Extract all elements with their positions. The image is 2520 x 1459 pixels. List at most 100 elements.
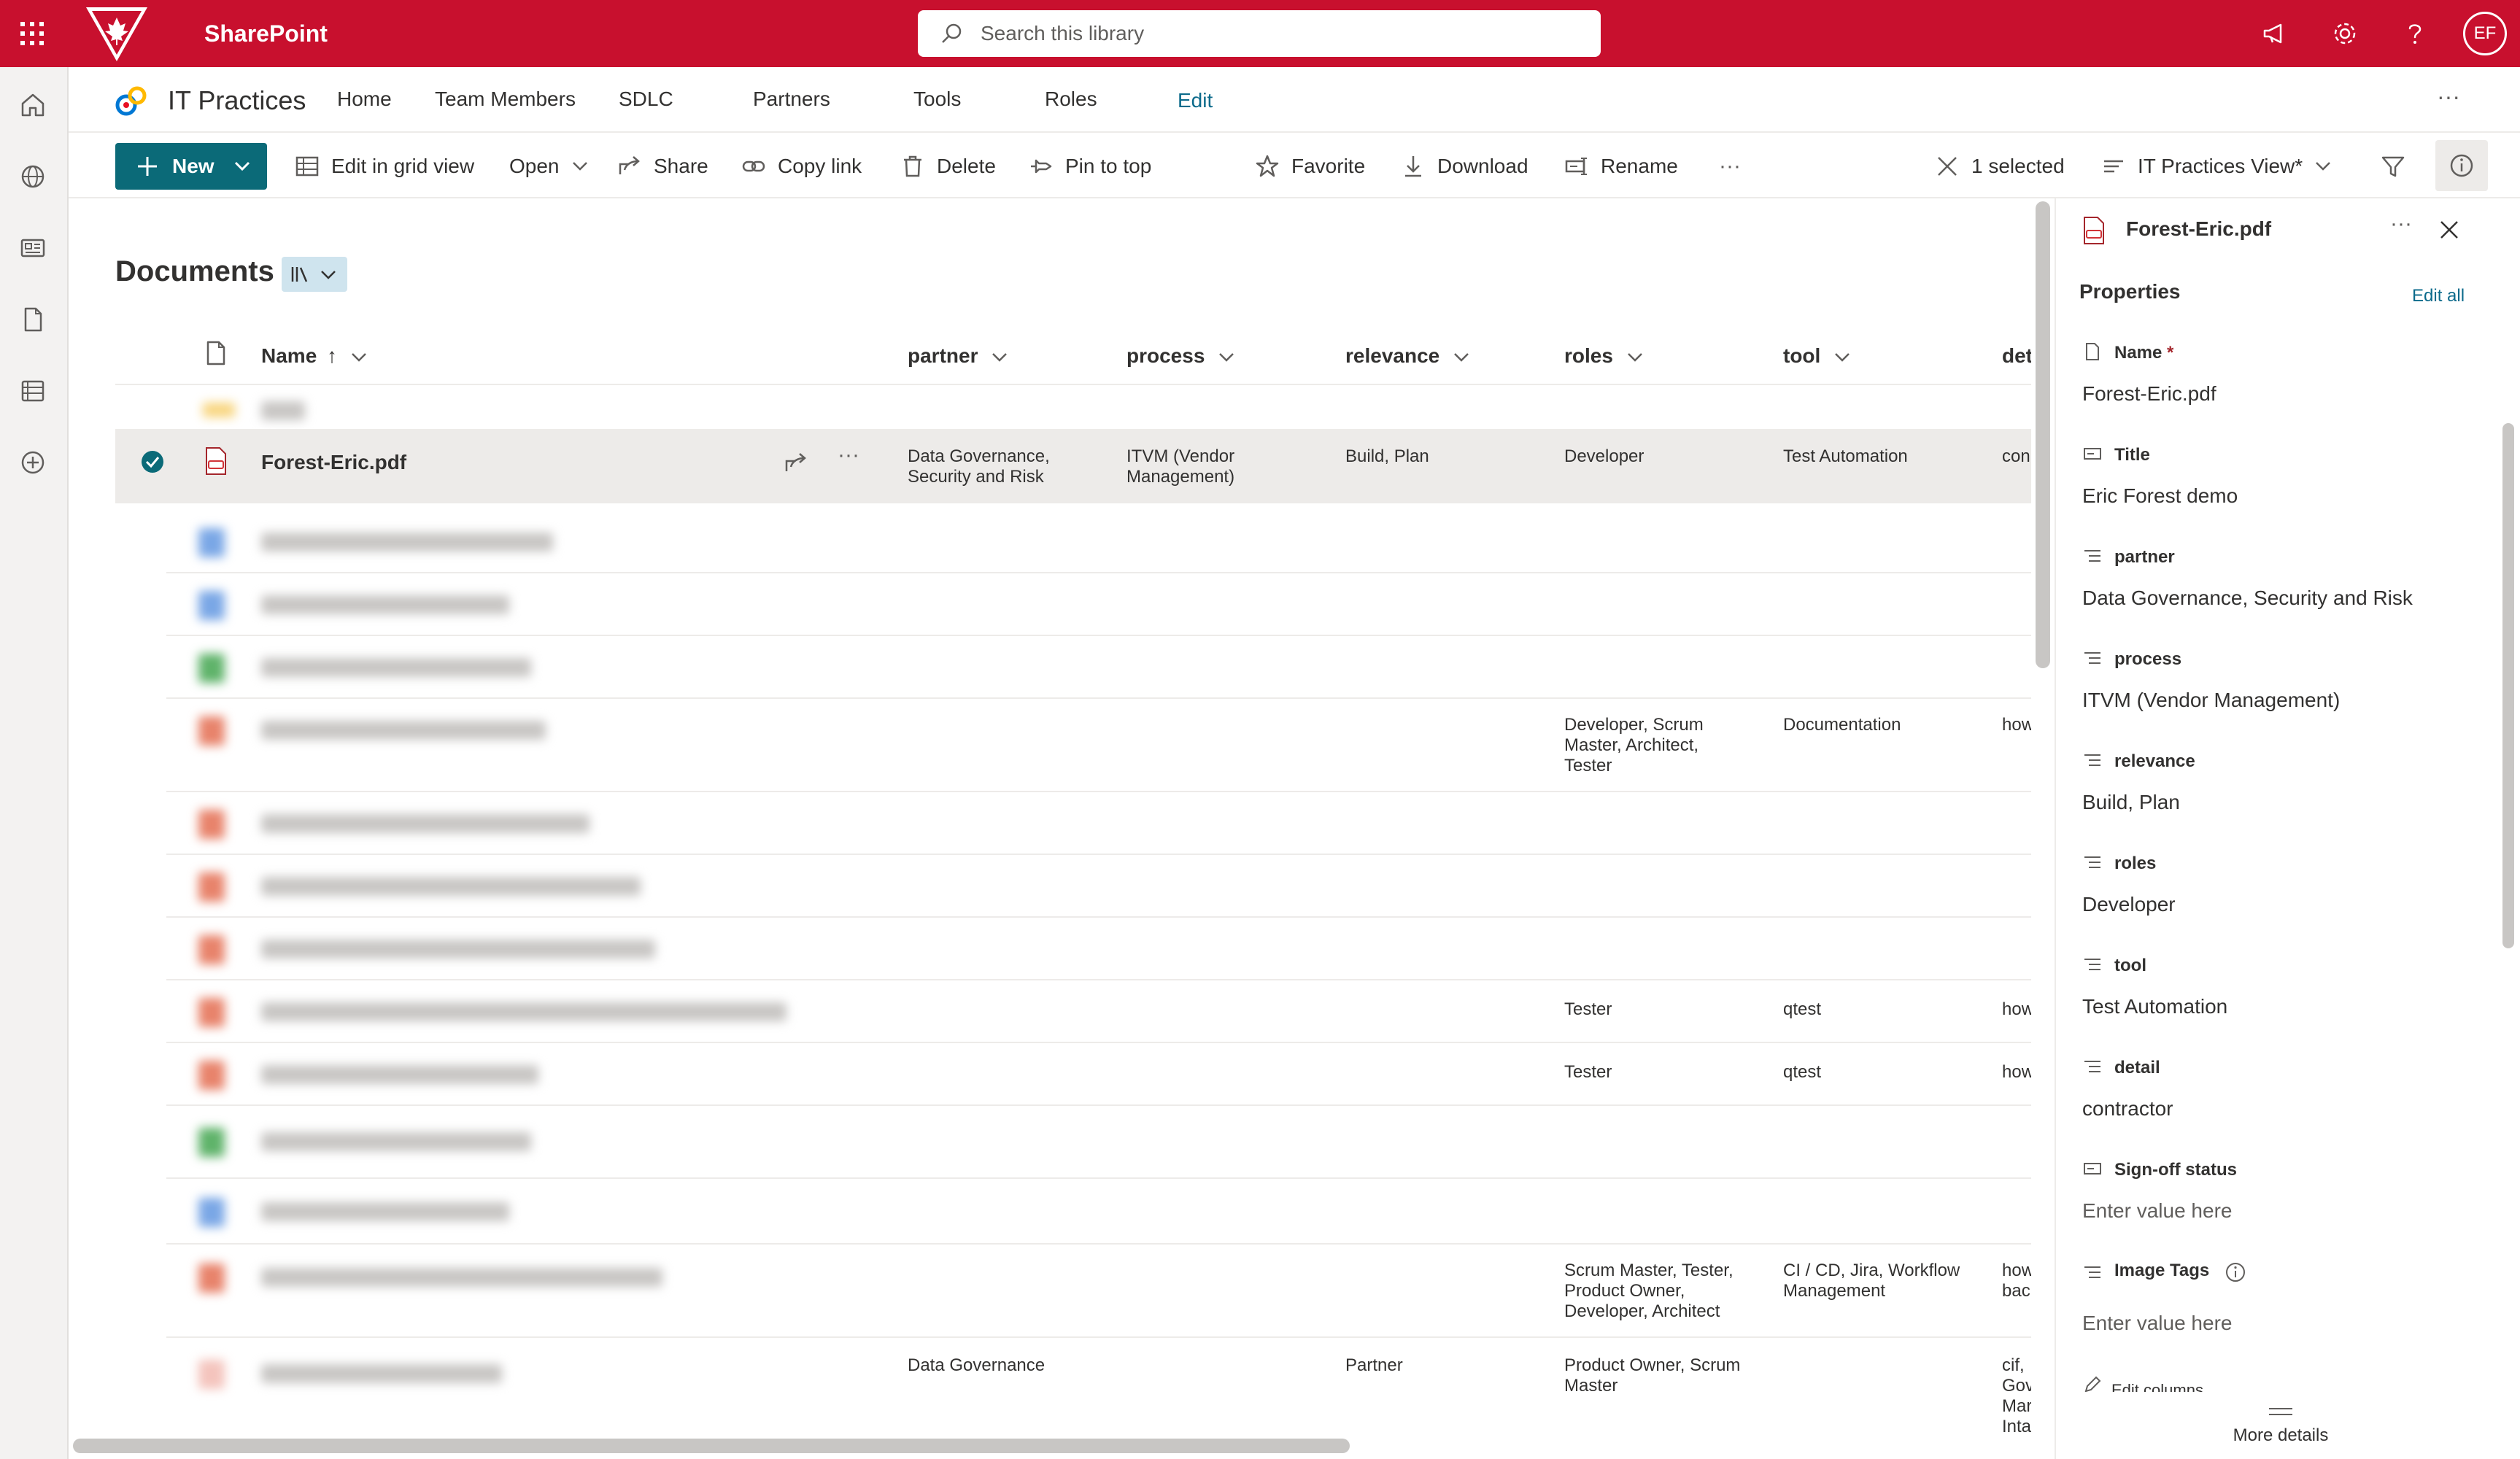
list-item[interactable] (166, 511, 2031, 573)
list-item[interactable] (166, 918, 2031, 980)
property-value-relevance[interactable]: Build, Plan (2082, 789, 2180, 816)
clear-selection-button[interactable]: 1 selected (1935, 150, 2065, 182)
list-item[interactable] (166, 1179, 2031, 1245)
table-row[interactable]: Data Governance Partner Product Owner, S… (166, 1338, 2031, 1437)
nav-edit-link[interactable]: Edit (1178, 86, 1213, 115)
avatar[interactable]: EF (2463, 12, 2507, 55)
globe-icon[interactable] (17, 160, 49, 193)
cell-roles: Product Owner, (1564, 1281, 1685, 1301)
list-item[interactable] (166, 1106, 2031, 1179)
property-value-name[interactable]: Forest-Eric.pdf (2082, 381, 2216, 407)
list-item[interactable] (166, 855, 2031, 918)
redacted-name (261, 533, 553, 552)
redacted-name (261, 658, 531, 677)
cell-partner: Data Governance (908, 1355, 1046, 1375)
nav-link-home[interactable]: Home (337, 85, 392, 114)
filter-button-hitbox[interactable] (2367, 142, 2419, 190)
home-icon[interactable] (17, 89, 49, 121)
nav-link-partners[interactable]: Partners (753, 85, 830, 114)
table-row-selected[interactable]: Forest-Eric.pdf ··· Data Governance, Sec… (115, 429, 2031, 503)
nav-link-team-members[interactable]: Team Members (435, 85, 576, 114)
list-icon[interactable] (17, 375, 49, 407)
site-more-button[interactable]: ··· (2437, 82, 2460, 111)
row-more-button[interactable]: ··· (838, 444, 859, 466)
file-type-column-icon[interactable] (204, 340, 228, 366)
favorite-label: Favorite (1291, 155, 1366, 177)
news-icon[interactable] (17, 232, 49, 264)
column-header-name[interactable]: Name ↑ (261, 341, 368, 371)
list-item[interactable] (166, 573, 2031, 636)
nav-link-roles[interactable]: Roles (1045, 85, 1097, 114)
properties-heading: Properties (2079, 280, 2181, 303)
delete-button[interactable]: Delete (900, 150, 996, 182)
download-icon (1405, 156, 1421, 177)
property-value-tool[interactable]: Test Automation (2082, 994, 2227, 1020)
property-input-sign-off-status[interactable]: Enter value here (2082, 1198, 2232, 1224)
help-icon[interactable] (2399, 18, 2431, 50)
info-pane-button[interactable] (2435, 140, 2488, 191)
megaphone-icon[interactable] (2259, 18, 2291, 50)
list-item[interactable] (166, 792, 2031, 855)
property-value-process[interactable]: ITVM (Vendor Management) (2082, 687, 2340, 713)
app-launcher-icon[interactable] (16, 18, 48, 50)
document-icon[interactable] (17, 303, 49, 336)
column-header-detail[interactable]: det (2002, 341, 2031, 371)
pin-to-top-button[interactable]: Pin to top (1029, 150, 1151, 182)
download-button[interactable]: Download (1401, 150, 1528, 182)
column-header-relevance[interactable]: relevance (1345, 341, 1470, 371)
file-icon (198, 872, 225, 902)
details-more-button[interactable]: ··· (2390, 212, 2412, 236)
table-row[interactable]: Developer, Scrum Master, Architect, Test… (166, 699, 2031, 792)
table-row[interactable]: Tester qtest how (166, 1043, 2031, 1106)
list-item[interactable] (166, 636, 2031, 699)
file-icon (198, 716, 225, 746)
details-pane-scrollbar[interactable] (2502, 423, 2514, 948)
column-header-tool[interactable]: tool (1783, 341, 1851, 371)
nav-link-tools[interactable]: Tools (913, 85, 961, 114)
brand-logo[interactable] (82, 3, 152, 64)
column-header-partner-label: partner (908, 344, 978, 367)
column-header-roles[interactable]: roles (1564, 341, 1644, 371)
list-horizontal-scrollbar[interactable] (73, 1439, 1350, 1453)
table-row[interactable]: Tester qtest how (166, 980, 2031, 1043)
library-title[interactable]: Documents (115, 252, 274, 290)
drag-handle-icon[interactable] (2268, 1406, 2294, 1417)
view-switcher[interactable]: IT Practices View* (2101, 150, 2332, 182)
column-header-process[interactable]: process (1126, 341, 1235, 371)
nav-link-sdlc[interactable]: SDLC (619, 85, 673, 114)
selected-check-icon[interactable] (140, 449, 165, 474)
library-view-button[interactable] (282, 257, 347, 292)
table-row[interactable]: Scrum Master, Tester, Product Owner, Dev… (166, 1245, 2031, 1338)
copy-link-button[interactable]: Copy link (741, 150, 862, 182)
site-logo-icon[interactable] (112, 83, 150, 121)
edit-all-link[interactable]: Edit all (2412, 286, 2465, 306)
property-value-title[interactable]: Eric Forest demo (2082, 483, 2238, 509)
share-button[interactable]: Share (617, 150, 708, 182)
search-input[interactable]: Search this library (918, 10, 1601, 57)
column-header-partner[interactable]: partner (908, 341, 1008, 371)
create-icon[interactable] (17, 446, 49, 479)
property-value-partner[interactable]: Data Governance, Security and Risk (2082, 585, 2413, 611)
gear-icon[interactable] (2329, 18, 2361, 50)
rename-button[interactable]: Rename (1564, 150, 1678, 182)
site-title[interactable]: IT Practices (168, 83, 306, 118)
file-name[interactable]: Forest-Eric.pdf (261, 449, 406, 476)
list-item[interactable] (166, 385, 2031, 429)
details-close-icon[interactable] (2438, 219, 2460, 241)
open-button[interactable]: Open (509, 150, 589, 182)
redacted-name (261, 1268, 662, 1287)
file-icon (198, 654, 225, 683)
property-value-detail[interactable]: contractor (2082, 1096, 2173, 1122)
info-icon[interactable] (2224, 1261, 2247, 1284)
app-name[interactable]: SharePoint (204, 18, 328, 50)
more-details-button[interactable]: More details (2056, 1424, 2505, 1447)
new-button[interactable]: New (115, 143, 267, 190)
more-commands-button[interactable]: ··· (1719, 150, 1741, 182)
favorite-button[interactable]: Favorite (1255, 150, 1365, 182)
property-input-image-tags[interactable]: Enter value here (2082, 1310, 2232, 1336)
list-vertical-scrollbar[interactable] (2036, 201, 2050, 668)
edit-grid-view-button[interactable]: Edit in grid view (295, 150, 474, 182)
edit-columns-link[interactable]: Edit columns (2082, 1374, 2203, 1392)
row-share-icon[interactable] (784, 451, 808, 476)
property-value-roles[interactable]: Developer (2082, 891, 2176, 918)
